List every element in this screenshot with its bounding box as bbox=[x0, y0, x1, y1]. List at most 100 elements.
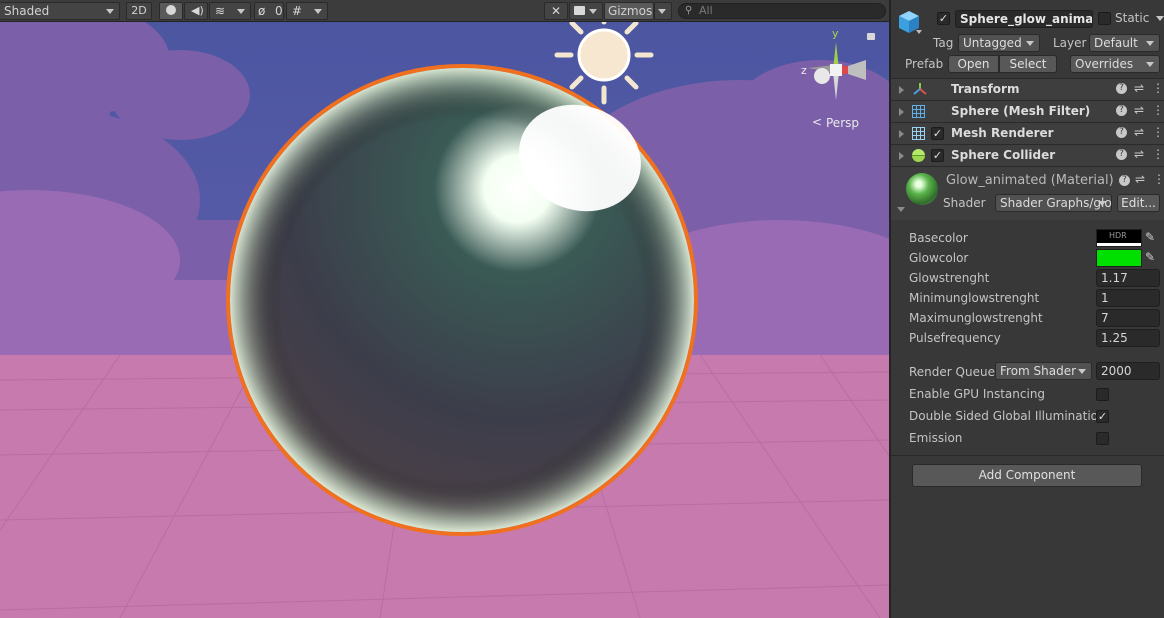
component-header-transform[interactable]: Transform ? ⇌ ⋮ bbox=[891, 78, 1164, 100]
glow-sphere bbox=[226, 64, 698, 536]
effects-dropdown[interactable]: ≋ bbox=[209, 2, 251, 20]
tools-button[interactable]: ✕ bbox=[544, 2, 568, 20]
component-actions: ? ⇌ ⋮ bbox=[1108, 125, 1164, 142]
render-queue-mode: From Shader bbox=[1000, 364, 1077, 378]
gpu-instancing-label: Enable GPU Instancing bbox=[909, 387, 1046, 401]
help-icon[interactable]: ? bbox=[1119, 175, 1130, 186]
prefab-overrides-dropdown[interactable]: Overrides bbox=[1070, 55, 1160, 73]
persp-label[interactable]: Persp bbox=[826, 116, 859, 130]
emission-checkbox[interactable] bbox=[1096, 432, 1109, 445]
minimunglowstrenght-field[interactable]: 1 bbox=[1096, 289, 1160, 307]
gpu-instancing-checkbox[interactable] bbox=[1096, 388, 1109, 401]
lighting-toggle-button[interactable] bbox=[159, 2, 183, 20]
shader-edit-button[interactable]: Edit... bbox=[1117, 194, 1160, 212]
pulsefrequency-value: 1.25 bbox=[1101, 331, 1128, 345]
presets-icon[interactable]: ⇌ bbox=[1134, 147, 1144, 161]
more-options-icon[interactable]: ⋮ bbox=[1152, 147, 1164, 161]
more-options-icon[interactable]: ⋮ bbox=[1153, 172, 1164, 186]
active-checkbox[interactable]: ✓ bbox=[937, 12, 950, 25]
component-title: Sphere (Mesh Filter) bbox=[951, 104, 1091, 118]
camera-dropdown[interactable] bbox=[569, 2, 603, 20]
presets-icon[interactable]: ⇌ bbox=[1134, 81, 1144, 95]
gizmo-y-label: y bbox=[832, 27, 839, 40]
render-queue-label: Render Queue bbox=[909, 365, 995, 379]
scene-search-field[interactable]: ⚲ All bbox=[678, 3, 886, 19]
scene-view[interactable]: y z < Persp Shaded 2D ◀) ≋ ø 0 # ✕ Gizmo… bbox=[0, 0, 889, 618]
gizmos-dropdown[interactable] bbox=[654, 2, 672, 20]
scene-viewport[interactable] bbox=[0, 0, 889, 618]
shading-mode-dropdown[interactable]: Shaded bbox=[0, 2, 120, 20]
minimunglowstrenght-value: 1 bbox=[1101, 291, 1109, 305]
scene-orientation-gizmo[interactable]: y z < Persp bbox=[800, 27, 880, 135]
render-queue-dropdown[interactable]: From Shader bbox=[995, 362, 1092, 380]
render-queue-value: 2000 bbox=[1101, 364, 1132, 378]
sphere-collider-icon bbox=[912, 149, 925, 162]
component-header-mesh-renderer[interactable]: ✓ Mesh Renderer ? ⇌ ⋮ bbox=[891, 122, 1164, 144]
glowstrenght-field[interactable]: 1.17 bbox=[1096, 269, 1160, 287]
hidden-objects-toggle[interactable]: ø 0 bbox=[254, 2, 284, 20]
prefab-open-label: Open bbox=[957, 57, 990, 71]
property-label-glowstrenght: Glowstrenght bbox=[909, 271, 990, 285]
layer-dropdown[interactable]: Default bbox=[1089, 34, 1160, 52]
dsgi-checkbox[interactable]: ✓ bbox=[1096, 410, 1109, 423]
component-title: Mesh Renderer bbox=[951, 126, 1054, 140]
emission-label: Emission bbox=[909, 431, 963, 445]
shading-mode-label: Shaded bbox=[4, 4, 50, 18]
shader-label: Shader bbox=[943, 196, 986, 210]
audio-toggle-button[interactable]: ◀) bbox=[184, 2, 208, 20]
foldout-arrow-icon[interactable] bbox=[899, 152, 904, 160]
directional-light-icon bbox=[554, 7, 654, 105]
foldout-arrow-icon[interactable] bbox=[899, 108, 904, 116]
help-icon[interactable]: ? bbox=[1116, 149, 1127, 160]
scene-toolbar: Shaded 2D ◀) ≋ ø 0 # ✕ Gizmos ⚲ All bbox=[0, 0, 889, 22]
presets-icon[interactable]: ⇌ bbox=[1134, 103, 1144, 117]
maximunglowstrenght-field[interactable]: 7 bbox=[1096, 309, 1160, 327]
gizmos-label: Gizmos bbox=[608, 4, 653, 18]
foldout-arrow-icon[interactable] bbox=[899, 86, 904, 94]
glowcolor-swatch[interactable] bbox=[1096, 249, 1142, 267]
prefab-select-button[interactable]: Select bbox=[999, 55, 1057, 73]
object-name-field[interactable]: Sphere_glow_animated bbox=[955, 10, 1093, 28]
help-icon[interactable]: ? bbox=[1116, 83, 1127, 94]
basecolor-swatch[interactable]: HDR bbox=[1096, 229, 1142, 247]
component-enabled-checkbox[interactable]: ✓ bbox=[931, 127, 944, 140]
foldout-down-icon[interactable] bbox=[897, 207, 905, 212]
glowstrenght-value: 1.17 bbox=[1101, 271, 1128, 285]
shader-dropdown[interactable]: Shader Graphs/glow bbox=[995, 194, 1112, 212]
add-component-button[interactable]: Add Component bbox=[912, 464, 1142, 487]
eyedropper-icon[interactable]: ✎ bbox=[1145, 250, 1161, 266]
cube-dropdown-icon[interactable] bbox=[916, 30, 922, 34]
material-properties: Basecolor HDR ✎ Glowcolor ✎ Glowstrenght… bbox=[891, 222, 1164, 462]
grid-snap-dropdown[interactable]: # bbox=[286, 2, 328, 20]
material-header[interactable]: Glow_animated (Material) ? ⇌ ⋮ Shader Sh… bbox=[891, 166, 1164, 220]
pulsefrequency-field[interactable]: 1.25 bbox=[1096, 329, 1160, 347]
layers-icon: ≋ bbox=[215, 4, 226, 18]
more-options-icon[interactable]: ⋮ bbox=[1152, 81, 1164, 95]
static-checkbox[interactable] bbox=[1098, 12, 1111, 25]
lock-icon[interactable] bbox=[867, 33, 875, 40]
render-queue-field[interactable]: 2000 bbox=[1096, 362, 1160, 380]
tag-dropdown[interactable]: Untagged bbox=[958, 34, 1040, 52]
more-options-icon[interactable]: ⋮ bbox=[1152, 103, 1164, 117]
gizmo-z-label: z bbox=[801, 64, 807, 77]
material-title: Glow_animated (Material) bbox=[946, 173, 1114, 188]
prefab-overrides-label: Overrides bbox=[1075, 57, 1134, 71]
help-icon[interactable]: ? bbox=[1116, 127, 1127, 138]
foldout-arrow-icon[interactable] bbox=[899, 130, 904, 138]
2d-toggle-button[interactable]: 2D bbox=[126, 2, 152, 20]
component-header-mesh-filter[interactable]: Sphere (Mesh Filter) ? ⇌ ⋮ bbox=[891, 100, 1164, 122]
dsgi-label: Double Sided Global Illumination bbox=[909, 409, 1106, 423]
help-icon[interactable]: ? bbox=[1116, 105, 1127, 116]
component-header-sphere-collider[interactable]: ✓ Sphere Collider ? ⇌ ⋮ bbox=[891, 144, 1164, 166]
presets-icon[interactable]: ⇌ bbox=[1135, 172, 1145, 186]
gizmos-toggle[interactable]: Gizmos bbox=[604, 2, 654, 20]
search-placeholder: All bbox=[699, 4, 713, 17]
more-options-icon[interactable]: ⋮ bbox=[1152, 125, 1164, 139]
presets-icon[interactable]: ⇌ bbox=[1134, 125, 1144, 139]
eyedropper-icon[interactable]: ✎ bbox=[1145, 230, 1161, 246]
inspector-divider bbox=[891, 455, 1164, 456]
component-enabled-checkbox[interactable]: ✓ bbox=[931, 149, 944, 162]
inspector-header: ✓ Sphere_glow_animated Static Tag Untagg… bbox=[891, 0, 1164, 78]
prefab-open-button[interactable]: Open bbox=[948, 55, 999, 73]
static-dropdown[interactable]: Static bbox=[1115, 11, 1164, 25]
